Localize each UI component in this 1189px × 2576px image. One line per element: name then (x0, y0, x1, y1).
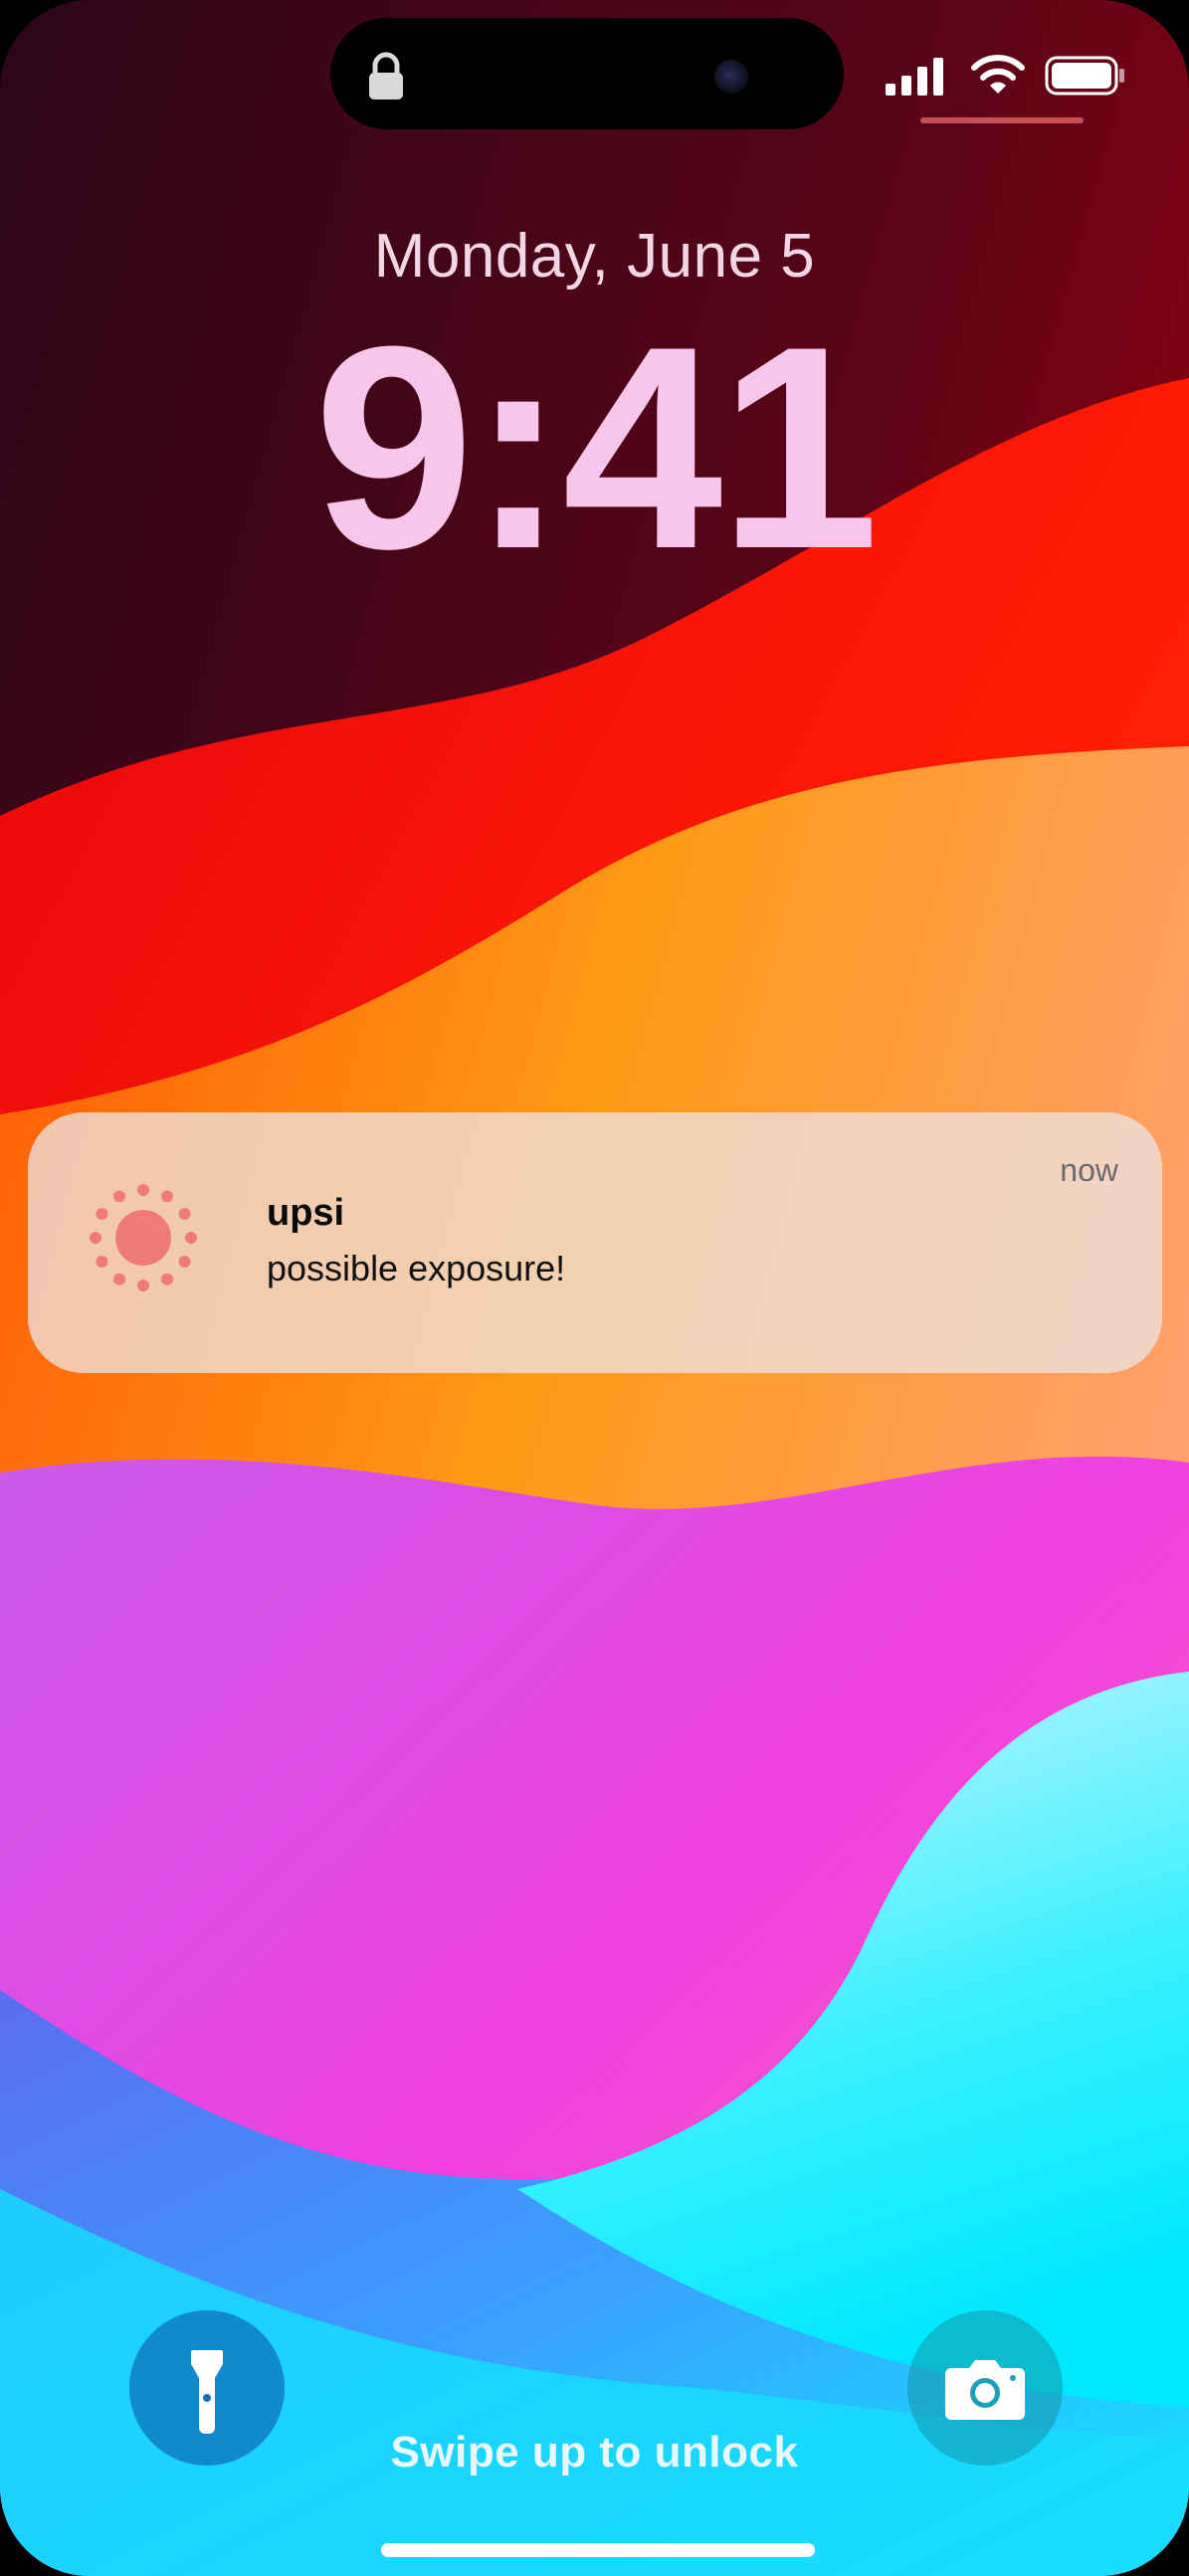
home-indicator[interactable] (381, 2543, 815, 2557)
lock-time: 9:41 (313, 287, 879, 609)
wifi-icon (971, 55, 1025, 94)
lock-icon (369, 52, 403, 99)
front-camera (714, 60, 748, 94)
signal-icon (886, 58, 943, 96)
lock-screen: Monday, June 5 9:41 upsi possible exposu… (0, 0, 1189, 2576)
notification-app-name: upsi (267, 1192, 345, 1234)
dynamic-island (330, 18, 844, 129)
sun-icon (90, 1184, 197, 1291)
lock-date: Monday, June 5 (373, 222, 816, 291)
battery-icon (1045, 56, 1124, 96)
swipe-to-unlock-hint: Swipe up to unlock (390, 2428, 799, 2477)
status-bar (0, 0, 1189, 139)
status-indicator-line (920, 117, 1084, 123)
notification-timestamp: now (1060, 1152, 1118, 1188)
notification-message: possible exposure! (267, 1248, 566, 1288)
notification-card[interactable]: upsi possible exposure! now (28, 1112, 1162, 1373)
